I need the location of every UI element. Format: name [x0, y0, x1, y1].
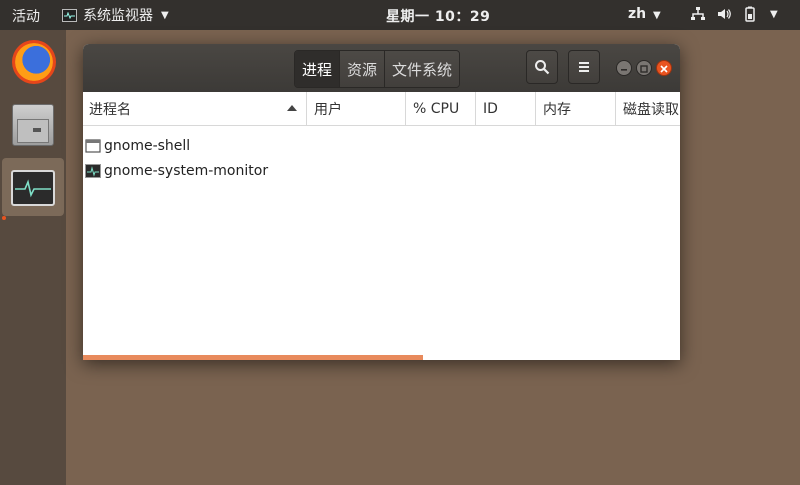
- dock-item-files[interactable]: [2, 96, 64, 154]
- column-header-label: 内存: [543, 101, 571, 118]
- hamburger-menu-icon: [579, 62, 589, 72]
- column-header-user[interactable]: 用户: [307, 92, 406, 125]
- view-switcher: 进程 资源 文件系统: [294, 50, 461, 88]
- process-name: gnome-shell: [104, 137, 191, 154]
- app-menu[interactable]: 系统监视器 ▼: [62, 5, 169, 25]
- search-icon: [535, 60, 550, 75]
- system-monitor-window: 进程 资源 文件系统 进程名 用户 % CPU ID 内存 磁盘读取 gnome…: [83, 44, 680, 360]
- minimize-button[interactable]: [616, 60, 632, 76]
- window-icon: [85, 138, 101, 153]
- column-header-row: 进程名 用户 % CPU ID 内存 磁盘读取: [83, 92, 680, 126]
- column-header-cpu[interactable]: % CPU: [406, 92, 476, 125]
- sort-ascending-icon: [287, 105, 297, 111]
- minimize-icon: [621, 69, 627, 71]
- system-menu-caret-icon: ▼: [770, 8, 778, 20]
- maximize-button[interactable]: [636, 60, 652, 76]
- activities-button[interactable]: 活动: [12, 6, 40, 26]
- menu-button[interactable]: [568, 50, 600, 84]
- table-row[interactable]: gnome-shell: [83, 133, 680, 158]
- column-header-process-name[interactable]: 进程名: [83, 92, 307, 125]
- tab-file-systems[interactable]: 文件系统: [385, 51, 460, 87]
- column-header-disk-read[interactable]: 磁盘读取: [616, 92, 680, 125]
- close-icon: [660, 65, 668, 73]
- chevron-down-icon: ▼: [161, 9, 169, 21]
- tab-resources[interactable]: 资源: [340, 51, 386, 87]
- running-indicator: [2, 216, 6, 220]
- input-method-label: zh: [628, 6, 647, 22]
- top-bar: 活动 系统监视器 ▼ 星期一 10：29 zh ▼ ▼: [0, 0, 800, 30]
- clock[interactable]: 星期一 10：29: [386, 6, 490, 26]
- close-button[interactable]: [656, 60, 672, 76]
- process-name: gnome-system-monitor: [104, 162, 269, 179]
- column-header-label: 进程名: [89, 101, 131, 118]
- system-monitor-icon: [85, 163, 101, 178]
- column-header-memory[interactable]: 内存: [536, 92, 616, 125]
- firefox-icon: [12, 40, 56, 84]
- volume-icon: [718, 9, 731, 19]
- system-tray[interactable]: ▼: [690, 6, 778, 22]
- maximize-icon: [640, 65, 648, 73]
- tab-processes[interactable]: 进程: [295, 51, 341, 87]
- header-bar: 进程 资源 文件系统: [83, 44, 680, 92]
- dock-item-system-monitor[interactable]: [2, 158, 64, 216]
- app-menu-label: 系统监视器: [83, 8, 153, 24]
- file-cabinet-icon: [12, 104, 54, 146]
- search-button[interactable]: [526, 50, 558, 84]
- network-icon: [691, 7, 705, 20]
- dock: [0, 30, 66, 485]
- column-header-label: % CPU: [413, 100, 460, 117]
- progress-bar: [83, 355, 424, 360]
- process-list[interactable]: gnome-shell gnome-system-monitor: [83, 126, 680, 360]
- input-method-indicator[interactable]: zh ▼: [628, 6, 661, 22]
- column-header-label: 用户: [314, 101, 342, 118]
- column-header-label: ID: [483, 100, 498, 117]
- battery-icon: [745, 6, 755, 22]
- dock-item-firefox[interactable]: [2, 34, 64, 92]
- system-monitor-icon: [62, 8, 77, 22]
- column-header-id[interactable]: ID: [476, 92, 536, 125]
- system-monitor-icon: [11, 170, 55, 206]
- chevron-down-icon: ▼: [653, 10, 661, 21]
- column-header-label: 磁盘读取: [623, 101, 679, 118]
- table-row[interactable]: gnome-system-monitor: [83, 158, 680, 183]
